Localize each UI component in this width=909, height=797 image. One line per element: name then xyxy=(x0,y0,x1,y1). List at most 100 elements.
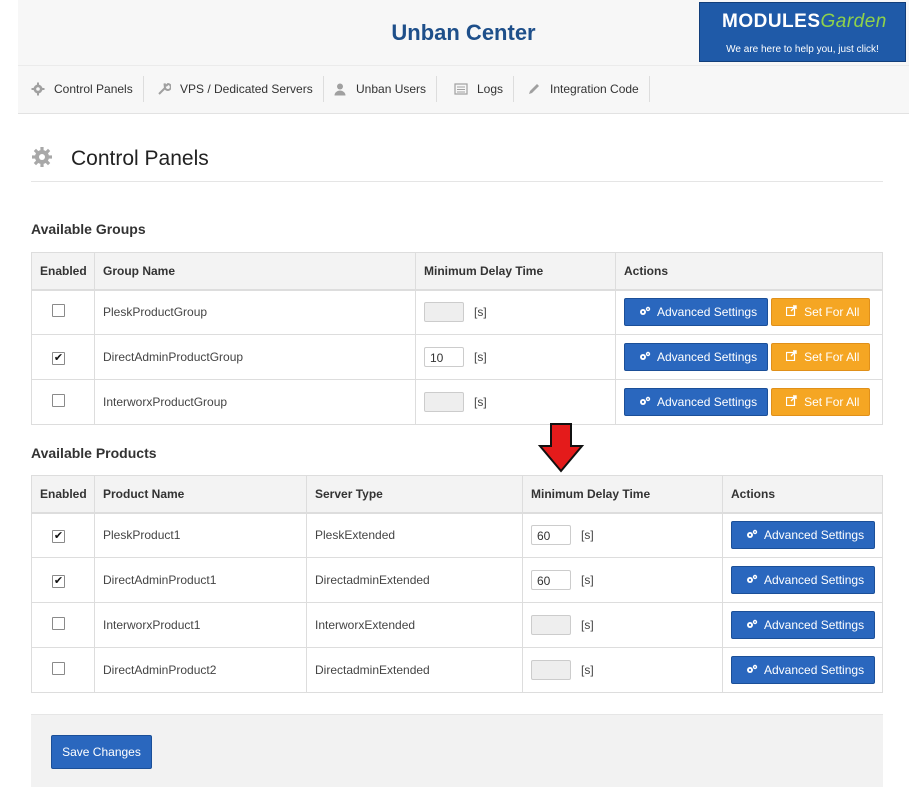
product-name-cell: PleskProduct1 xyxy=(94,512,307,558)
seconds-unit-label: [s] xyxy=(474,395,487,409)
save-bar: Save Changes xyxy=(31,714,883,787)
nav-label: Integration Code xyxy=(550,82,639,96)
nav-label: Unban Users xyxy=(356,82,427,96)
enabled-cell: ✔ xyxy=(31,557,95,603)
nav-item-logs[interactable]: Logs xyxy=(453,76,515,102)
table-row: InterworxProductGroup [s] Advanced Setting… xyxy=(31,379,883,425)
group-name-cell: DirectAdminProductGroup xyxy=(94,334,416,380)
actions-cell: Advanced Settings xyxy=(722,602,883,648)
logo-wordmark: MODULESGarden xyxy=(722,11,887,32)
save-changes-button[interactable]: Save Changes xyxy=(51,735,152,769)
column-header: Minimum Delay Time xyxy=(522,475,723,514)
nav-item-integration-code[interactable]: Integration Code xyxy=(526,76,650,102)
nav-label: Logs xyxy=(477,82,504,96)
cogs-icon xyxy=(746,529,758,542)
table-row: PleskProductGroup [s] Advanced Settings Set… xyxy=(31,289,883,335)
minimum-delay-input[interactable] xyxy=(531,615,571,635)
share-icon xyxy=(785,305,798,319)
column-header: Product Name xyxy=(94,475,307,514)
product-name-cell: DirectAdminProduct2 xyxy=(94,647,307,693)
minimum-delay-input[interactable] xyxy=(424,302,464,323)
button-label: Set For All xyxy=(804,395,860,409)
page-title: Control Panels xyxy=(71,147,209,170)
cogs-icon xyxy=(746,664,758,677)
user-icon xyxy=(332,81,348,97)
nav-label: Control Panels xyxy=(54,82,133,96)
advanced-settings-button[interactable]: Advanced Settings xyxy=(731,566,876,594)
share-icon xyxy=(785,350,798,364)
seconds-unit-label: [s] xyxy=(581,618,594,632)
button-label: Advanced Settings xyxy=(657,350,758,364)
column-header: Minimum Delay Time xyxy=(415,252,616,291)
column-header: Server Type xyxy=(306,475,523,514)
advanced-settings-button[interactable]: Advanced Settings xyxy=(731,656,876,684)
enabled-checkbox[interactable] xyxy=(52,617,65,630)
group-name-cell: PleskProductGroup xyxy=(94,289,416,335)
cogs-icon xyxy=(639,396,651,409)
enabled-checkbox[interactable]: ✔ xyxy=(52,574,65,588)
server-type-cell: DirectadminExtended xyxy=(306,647,523,693)
server-type-cell: InterworxExtended xyxy=(306,602,523,648)
button-label: Advanced Settings xyxy=(657,395,758,409)
gear-icon xyxy=(30,81,46,97)
button-label: Advanced Settings xyxy=(764,618,865,632)
server-type-cell: PleskExtended xyxy=(306,512,523,558)
delay-cell: [s] xyxy=(522,557,723,603)
delay-cell: [s] xyxy=(522,512,723,558)
button-label: Set For All xyxy=(804,350,860,364)
column-header: Group Name xyxy=(94,252,416,291)
button-label: Advanced Settings xyxy=(764,528,865,543)
actions-cell: Advanced Settings Set For All xyxy=(615,379,883,425)
set-for-all-button[interactable]: Set For All xyxy=(771,388,871,416)
delay-cell: [s] xyxy=(522,647,723,693)
button-label: Set For All xyxy=(804,305,860,320)
advanced-settings-button[interactable]: Advanced Settings xyxy=(731,521,876,550)
enabled-cell: ✔ xyxy=(31,512,95,558)
table-row: ✔ DirectAdminProduct1DirectadminExtended [… xyxy=(31,557,883,603)
enabled-cell xyxy=(31,379,95,425)
minimum-delay-input[interactable] xyxy=(531,525,571,546)
nav-item-control-panels[interactable]: Control Panels xyxy=(30,76,144,102)
minimum-delay-input[interactable] xyxy=(531,660,571,680)
enabled-cell xyxy=(31,647,95,693)
nav-label: VPS / Dedicated Servers xyxy=(180,82,313,96)
modulesgarden-logo[interactable]: MODULESGarden We are here to help you, j… xyxy=(699,2,906,62)
cogs-icon xyxy=(746,619,758,632)
list-icon xyxy=(453,81,469,97)
enabled-checkbox[interactable]: ✔ xyxy=(52,529,65,543)
enabled-checkbox[interactable] xyxy=(52,304,65,318)
products-section-title: Available Products xyxy=(31,445,157,461)
table-row: DirectAdminProduct2 DirectadminExtended [s… xyxy=(31,647,883,693)
cogs-icon xyxy=(639,351,651,364)
cogs-icon xyxy=(746,574,758,587)
minimum-delay-input[interactable] xyxy=(424,347,464,367)
minimum-delay-input[interactable] xyxy=(424,392,464,412)
enabled-checkbox[interactable] xyxy=(52,662,65,675)
red-arrow-icon xyxy=(537,423,585,473)
column-header: Actions xyxy=(615,252,883,291)
advanced-settings-button[interactable]: Advanced Settings xyxy=(624,343,769,371)
delay-cell: [s] xyxy=(415,379,616,425)
enabled-checkbox[interactable] xyxy=(52,394,65,407)
set-for-all-button[interactable]: Set For All xyxy=(771,298,871,327)
wrench-icon xyxy=(156,81,172,97)
button-label: Advanced Settings xyxy=(764,573,865,587)
actions-cell: Advanced Settings xyxy=(722,512,883,558)
nav-item-vps-dedicated[interactable]: VPS / Dedicated Servers xyxy=(156,76,324,102)
advanced-settings-button[interactable]: Advanced Settings xyxy=(624,388,769,416)
groups-table: Enabled Group Name Minimum Delay Time Ac… xyxy=(31,252,883,425)
group-name-cell: InterworxProductGroup xyxy=(94,379,416,425)
product-name-cell: DirectAdminProduct1 xyxy=(94,557,307,603)
page-header: Control Panels xyxy=(31,140,883,182)
enabled-cell: ✔ xyxy=(31,334,95,380)
enabled-cell xyxy=(31,602,95,648)
set-for-all-button[interactable]: Set For All xyxy=(771,343,871,371)
nav-item-unban-users[interactable]: Unban Users xyxy=(332,76,438,102)
logo-tagline: We are here to help you, just click! xyxy=(726,44,879,55)
minimum-delay-input[interactable] xyxy=(531,570,571,590)
advanced-settings-button[interactable]: Advanced Settings xyxy=(731,611,876,639)
column-header: Enabled xyxy=(31,475,95,514)
enabled-checkbox[interactable]: ✔ xyxy=(52,351,65,365)
table-row: ✔ PleskProduct1PleskExtended [s] Advanced S… xyxy=(31,512,883,558)
advanced-settings-button[interactable]: Advanced Settings xyxy=(624,298,769,327)
